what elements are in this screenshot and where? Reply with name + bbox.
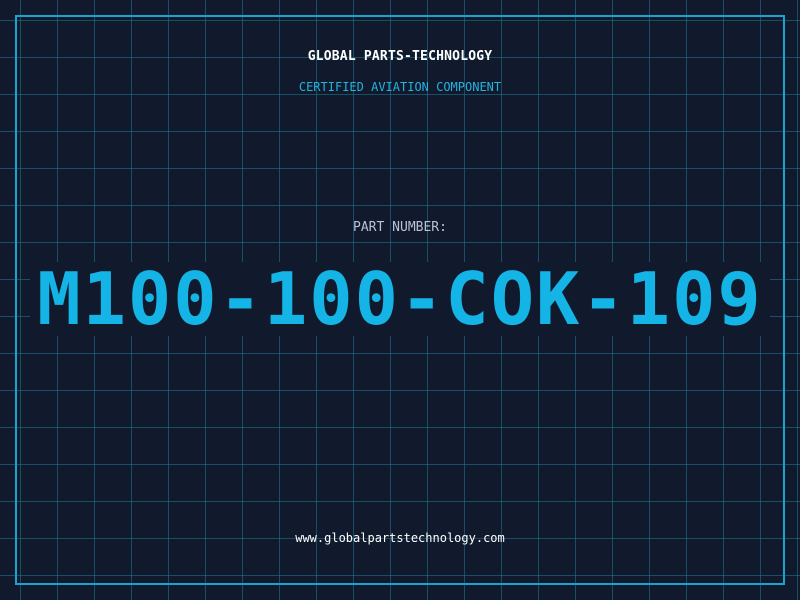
certification-tagline: CERTIFIED AVIATION COMPONENT [298, 80, 502, 94]
part-number-label: PART NUMBER: [353, 220, 447, 235]
certificate-canvas: GLOBAL PARTS-TECHNOLOGY CERTIFIED AVIATI… [0, 0, 800, 600]
company-name: GLOBAL PARTS-TECHNOLOGY [307, 49, 493, 64]
part-number-value: M100-100-COK-109 [37, 257, 763, 341]
website-url: www.globalpartstechnology.com [295, 531, 505, 545]
